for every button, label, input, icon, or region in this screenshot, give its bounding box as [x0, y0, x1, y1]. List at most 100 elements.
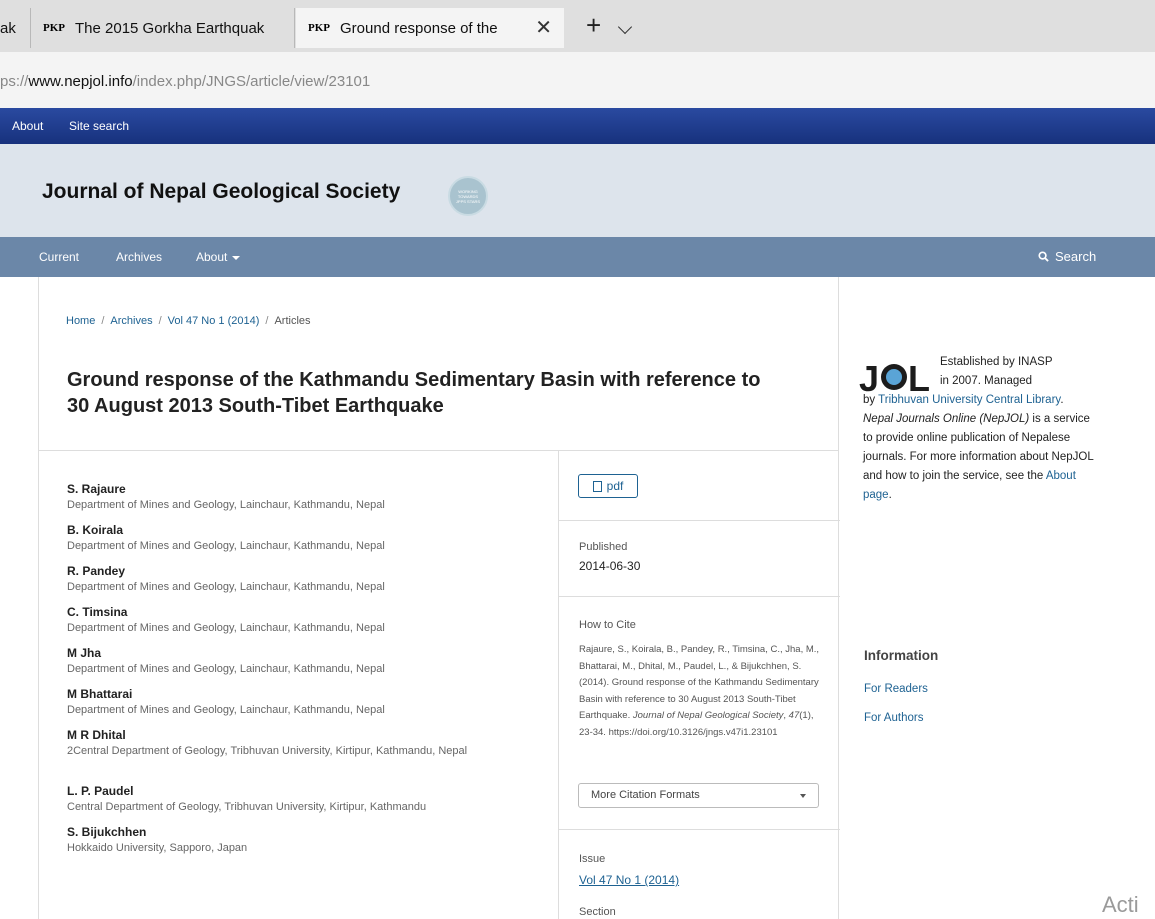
topbar-site-search-link[interactable]: Site search [69, 119, 129, 133]
sidebar: J L Established by INASP in 2007. Manage… [840, 277, 1155, 919]
author-affiliation: Department of Mines and Geology, Laincha… [67, 581, 385, 593]
search-label: Search [1055, 249, 1097, 264]
section-label: Section [579, 906, 616, 918]
author-name: C. Timsina [67, 605, 128, 619]
author-name: M R Dhital [67, 728, 126, 742]
pdf-label: pdf [606, 479, 624, 493]
journal-seal-logo: WORKING TOWARDS JPPS STARS [448, 176, 488, 216]
article-main: Home / Archives / Vol 47 No 1 (2014) / Article… [38, 277, 840, 919]
author-affiliation: Department of Mines and Geology, Laincha… [67, 663, 385, 675]
url-text[interactable]: ps://www.nepjol.info/index.php/JNGS/arti… [0, 73, 370, 90]
author-name: M Bhattarai [67, 687, 133, 701]
citation-volume: 47 [788, 710, 800, 721]
author-name: B. Koirala [67, 523, 124, 537]
author-name: S. Bijukchhen [67, 825, 147, 839]
author-affiliation: Department of Mines and Geology, Laincha… [67, 499, 385, 511]
issue-link[interactable]: Vol 47 No 1 (2014) [579, 873, 679, 887]
how-to-cite-label: How to Cite [579, 619, 636, 631]
author-item: C. Timsina Department of Mines and Geolo… [67, 605, 537, 646]
nav-about-label: About [196, 250, 228, 264]
author-item: S. Rajaure Department of Mines and Geolo… [67, 482, 537, 523]
breadcrumb-separator: / [101, 315, 105, 327]
tab-title: The 2015 Gorkha Earthquak [75, 19, 265, 37]
nav-current[interactable]: Current [39, 250, 79, 264]
address-bar[interactable]: ps://www.nepjol.info/index.php/JNGS/arti… [0, 52, 1155, 108]
url-prefix: ps:// [0, 73, 29, 90]
author-affiliation: Central Department of Geology, Tribhuvan… [67, 801, 427, 813]
citation-format-dropdown[interactable]: More Citation Formats [578, 783, 819, 808]
browser-tab[interactable]: PKP The 2015 Gorkha Earthquak [30, 8, 295, 48]
author-list: S. Rajaure Department of Mines and Geolo… [67, 482, 537, 866]
for-authors-link[interactable]: For Authors [864, 712, 923, 724]
divider [559, 829, 840, 830]
primary-nav: Current Archives About Search [0, 237, 1155, 277]
nepjol-name: Nepal Journals Online (NepJOL) [863, 413, 1030, 425]
citation-text: Rajaure, S., Koirala, B., Pandey, R., Ti… [579, 644, 820, 738]
breadcrumb-separator: / [265, 315, 269, 327]
caret-down-icon [232, 255, 241, 260]
seal-text: WORKING TOWARDS JPPS STARS [455, 188, 481, 204]
author-name: M Jha [67, 646, 102, 660]
tribhuvan-library-link[interactable]: Tribhuvan University Central Library [878, 394, 1060, 406]
citation-format-label: More Citation Formats [591, 789, 700, 801]
caret-down-icon [800, 794, 806, 798]
author-item: M Bhattarai Department of Mines and Geol… [67, 687, 537, 728]
author-item: R. Pandey Department of Mines and Geolog… [67, 564, 537, 605]
author-name: R. Pandey [67, 564, 126, 578]
author-item: L. P. Paudel Central Department of Geolo… [67, 784, 537, 825]
breadcrumb: Home / Archives / Vol 47 No 1 (2014) / Article… [66, 315, 311, 327]
breadcrumb-home[interactable]: Home [66, 315, 95, 327]
tab-title: ak [0, 19, 16, 37]
close-icon[interactable]: ✕ [535, 15, 552, 40]
jol-line1: Established by INASP [940, 356, 1053, 368]
author-item: M R Dhital 2Central Department of Geolog… [67, 728, 537, 784]
site-top-bar: About Site search [0, 108, 1155, 144]
url-domain: www.nepjol.info [28, 73, 133, 90]
author-name: L. P. Paudel [67, 784, 134, 798]
topbar-about-link[interactable]: About [12, 119, 43, 133]
for-readers-link[interactable]: For Readers [864, 683, 928, 695]
nav-about[interactable]: About [196, 250, 241, 264]
browser-tab-bar: ak PKP The 2015 Gorkha Earthquak PKP Gro… [0, 0, 1155, 52]
divider [559, 596, 840, 597]
pdf-icon [592, 480, 602, 492]
browser-tab[interactable]: ak [0, 8, 30, 48]
author-affiliation: 2Central Department of Geology, Tribhuva… [67, 745, 468, 757]
author-item: M Jha Department of Mines and Geology, L… [67, 646, 537, 687]
issue-label: Issue [579, 853, 606, 865]
author-affiliation: Department of Mines and Geology, Laincha… [67, 704, 385, 716]
site-title[interactable]: Journal of Nepal Geological Society [42, 180, 400, 204]
site-header: Journal of Nepal Geological Society WORK… [0, 144, 1155, 237]
citation-journal: Journal of Nepal Geological Society [632, 710, 784, 721]
author-affiliation: Department of Mines and Geology, Laincha… [67, 622, 385, 634]
author-item: B. Koirala Department of Mines and Geolo… [67, 523, 537, 564]
article-title: Ground response of the Kathmandu Sedimen… [67, 369, 761, 417]
divider [559, 520, 840, 521]
pkp-favicon-icon: PKP [308, 22, 330, 34]
jol-line2: in 2007. Managed [940, 375, 1033, 387]
jol-by: by [863, 394, 876, 406]
information-heading: Information [864, 648, 939, 663]
breadcrumb-separator: / [158, 315, 162, 327]
published-date: 2014-06-30 [579, 559, 641, 573]
browser-tab-active[interactable]: PKP Ground response of the ✕ [296, 8, 564, 48]
nav-archives[interactable]: Archives [116, 250, 162, 264]
url-path: /index.php/JNGS/article/view/23101 [132, 73, 371, 90]
jol-description: Established by INASP in 2007. Managed by… [863, 353, 1098, 505]
search-icon [1038, 251, 1049, 262]
pdf-download-button[interactable]: pdf [578, 474, 638, 498]
author-item: S. Bijukchhen Hokkaido University, Sappo… [67, 825, 537, 866]
breadcrumb-archives[interactable]: Archives [110, 315, 152, 327]
breadcrumb-issue[interactable]: Vol 47 No 1 (2014) [168, 315, 260, 327]
activation-watermark: Acti [1102, 892, 1139, 917]
nav-search-link[interactable]: Search [1038, 249, 1096, 264]
author-name: S. Rajaure [67, 482, 126, 496]
author-affiliation: Hokkaido University, Sapporo, Japan [67, 842, 248, 854]
breadcrumb-current: Articles [274, 315, 311, 327]
author-affiliation: Department of Mines and Geology, Laincha… [67, 540, 385, 552]
chevron-down-icon[interactable] [617, 19, 633, 35]
divider [558, 451, 559, 919]
pkp-favicon-icon: PKP [43, 22, 65, 34]
new-tab-button[interactable]: + [586, 12, 601, 38]
published-label: Published [579, 541, 628, 553]
